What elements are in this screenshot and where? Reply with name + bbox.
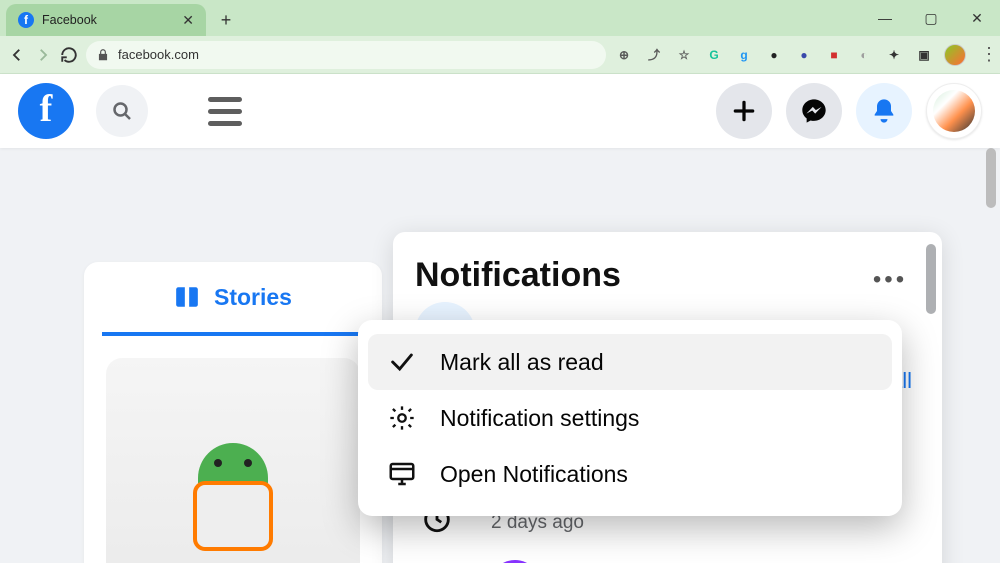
ext-au-icon[interactable]: ● [794,45,814,65]
menu-open-notifications[interactable]: Open Notifications [368,446,892,502]
chrome-profile-avatar[interactable] [944,44,966,66]
window-minimize[interactable]: — [862,0,908,36]
zoom-icon[interactable]: ⊕ [614,45,634,65]
create-button[interactable] [716,83,772,139]
notifications-more-button[interactable]: ••• [868,258,912,302]
notifications-title: Notifications [415,256,920,295]
panel-scrollbar[interactable] [926,244,936,314]
stories-tab[interactable]: Stories [102,262,364,336]
window-controls: — ▢ ✕ [862,0,1000,36]
check-icon [386,346,418,378]
address-bar[interactable]: facebook.com [86,41,606,69]
notifications-context-menu: Mark all as read Notification settings O… [358,320,902,516]
forward-button[interactable] [34,42,52,68]
new-tab-button[interactable]: + [212,6,240,34]
bookmark-icon[interactable]: ☆ [674,45,694,65]
menu-mark-all-read[interactable]: Mark all as read [368,334,892,390]
scrollbar-thumb[interactable] [986,148,996,208]
url-text: facebook.com [118,47,199,62]
ext-blue-icon[interactable]: g [734,45,754,65]
facebook-favicon: f [18,12,34,28]
browser-toolbar: facebook.com ⊕ ⤴ ☆ Gg ● ● ■ ◐ ✦ ▣ ⋮ [0,36,1000,74]
stories-icon [174,284,200,310]
stories-card: Stories [84,262,382,563]
panel-icon[interactable]: ▣ [914,45,934,65]
grammarly-icon[interactable]: G [704,45,724,65]
tab-close-icon[interactable]: ✕ [182,12,194,29]
puzzle-icon[interactable]: ✦ [884,45,904,65]
story-avatar-image [178,433,288,563]
browser-titlebar: f Facebook ✕ + — ▢ ✕ [0,0,1000,36]
page-viewport: f Stories [0,74,1000,563]
share-icon[interactable]: ⤴ [644,45,664,65]
facebook-logo[interactable]: f [18,83,74,139]
back-button[interactable] [8,42,26,68]
menu-icon[interactable] [208,97,242,126]
create-story-tile[interactable] [106,358,360,563]
search-button[interactable] [96,85,148,137]
facebook-header: f [0,74,1000,148]
profile-button[interactable] [926,83,982,139]
tab-title: Facebook [42,13,174,27]
menu-label: Notification settings [440,405,639,432]
reload-button[interactable] [60,42,78,68]
lock-icon [96,48,110,62]
browser-tab[interactable]: f Facebook ✕ [6,4,206,36]
stories-label: Stories [214,284,292,311]
page-scrollbar[interactable] [984,148,998,563]
ext-dark-icon[interactable]: ● [764,45,784,65]
menu-notification-settings[interactable]: Notification settings [368,390,892,446]
monitor-icon [386,458,418,490]
menu-label: Mark all as read [440,349,604,376]
messenger-button[interactable] [786,83,842,139]
notifications-button[interactable] [856,83,912,139]
toolbar-right: ⊕ ⤴ ☆ Gg ● ● ■ ◐ ✦ ▣ ⋮ [614,44,1000,66]
window-maximize[interactable]: ▢ [908,0,954,36]
chrome-menu-icon[interactable]: ⋮ [976,44,1000,65]
header-actions [716,83,982,139]
gear-icon [386,402,418,434]
ext-grey-icon[interactable]: ◐ [854,45,874,65]
menu-label: Open Notifications [440,461,628,488]
window-close[interactable]: ✕ [954,0,1000,36]
ext-red-icon[interactable]: ■ [824,45,844,65]
